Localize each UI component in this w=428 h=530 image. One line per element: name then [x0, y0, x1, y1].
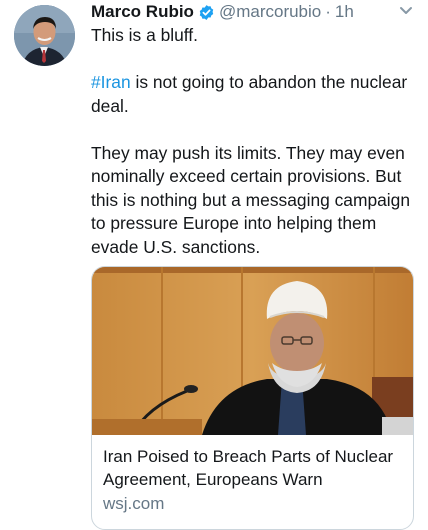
- tweet-text: This is a bluff. #Iran is not going to a…: [91, 24, 421, 259]
- author-handle[interactable]: @marcorubio: [219, 2, 321, 22]
- card-title: Iran Poised to Breach Parts of Nuclear A…: [103, 447, 394, 489]
- tweet-line-1: This is a bluff.: [91, 25, 198, 45]
- tweet-paragraph-3: They may push its limits. They may even …: [91, 142, 411, 257]
- separator-dot: ·: [325, 2, 331, 21]
- avatar[interactable]: [14, 5, 75, 66]
- card-body: Iran Poised to Breach Parts of Nuclear A…: [103, 445, 407, 515]
- profile-photo: [14, 5, 75, 66]
- hashtag-link[interactable]: #Iran: [91, 72, 131, 92]
- author-name[interactable]: Marco Rubio: [91, 2, 194, 22]
- link-card[interactable]: Iran Poised to Breach Parts of Nuclear A…: [91, 266, 414, 530]
- tweet-paragraph-2: #Iran is not going to abandon the nuclea…: [91, 71, 421, 118]
- verified-badge-icon: [199, 4, 214, 20]
- tweet-header: Marco Rubio @marcorubio · 1h: [91, 0, 414, 24]
- tweet-timestamp[interactable]: 1h: [335, 2, 354, 22]
- news-photo: [92, 267, 413, 435]
- chevron-down-icon[interactable]: [398, 4, 414, 18]
- tweet-paragraph-2-text: is not going to abandon the nuclear deal…: [91, 72, 408, 116]
- card-domain: wsj.com: [103, 494, 165, 513]
